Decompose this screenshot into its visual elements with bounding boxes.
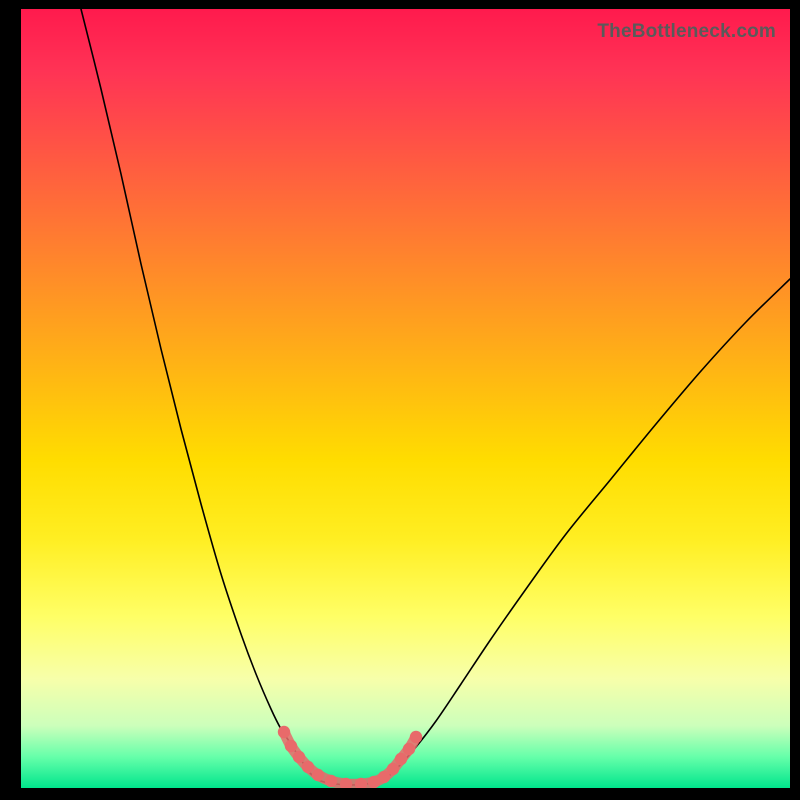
chart-frame: TheBottleneck.com: [0, 0, 800, 800]
sweet-spot-dot: [395, 753, 407, 765]
sweet-spot-dot: [325, 775, 337, 787]
sweet-spot-dot: [410, 731, 422, 743]
sweet-spot-dot: [312, 769, 324, 781]
sweet-spot-dot: [387, 763, 399, 775]
sweet-spot-dots: [278, 726, 422, 788]
sweet-spot-dot: [293, 751, 305, 763]
curve-svg: [21, 9, 790, 788]
bottleneck-curve: [81, 9, 790, 785]
sweet-spot-dot: [285, 740, 297, 752]
plot-area: TheBottleneck.com: [21, 9, 790, 788]
sweet-spot-dot: [302, 761, 314, 773]
sweet-spot-dot: [278, 726, 290, 738]
sweet-spot-dot: [403, 743, 415, 755]
